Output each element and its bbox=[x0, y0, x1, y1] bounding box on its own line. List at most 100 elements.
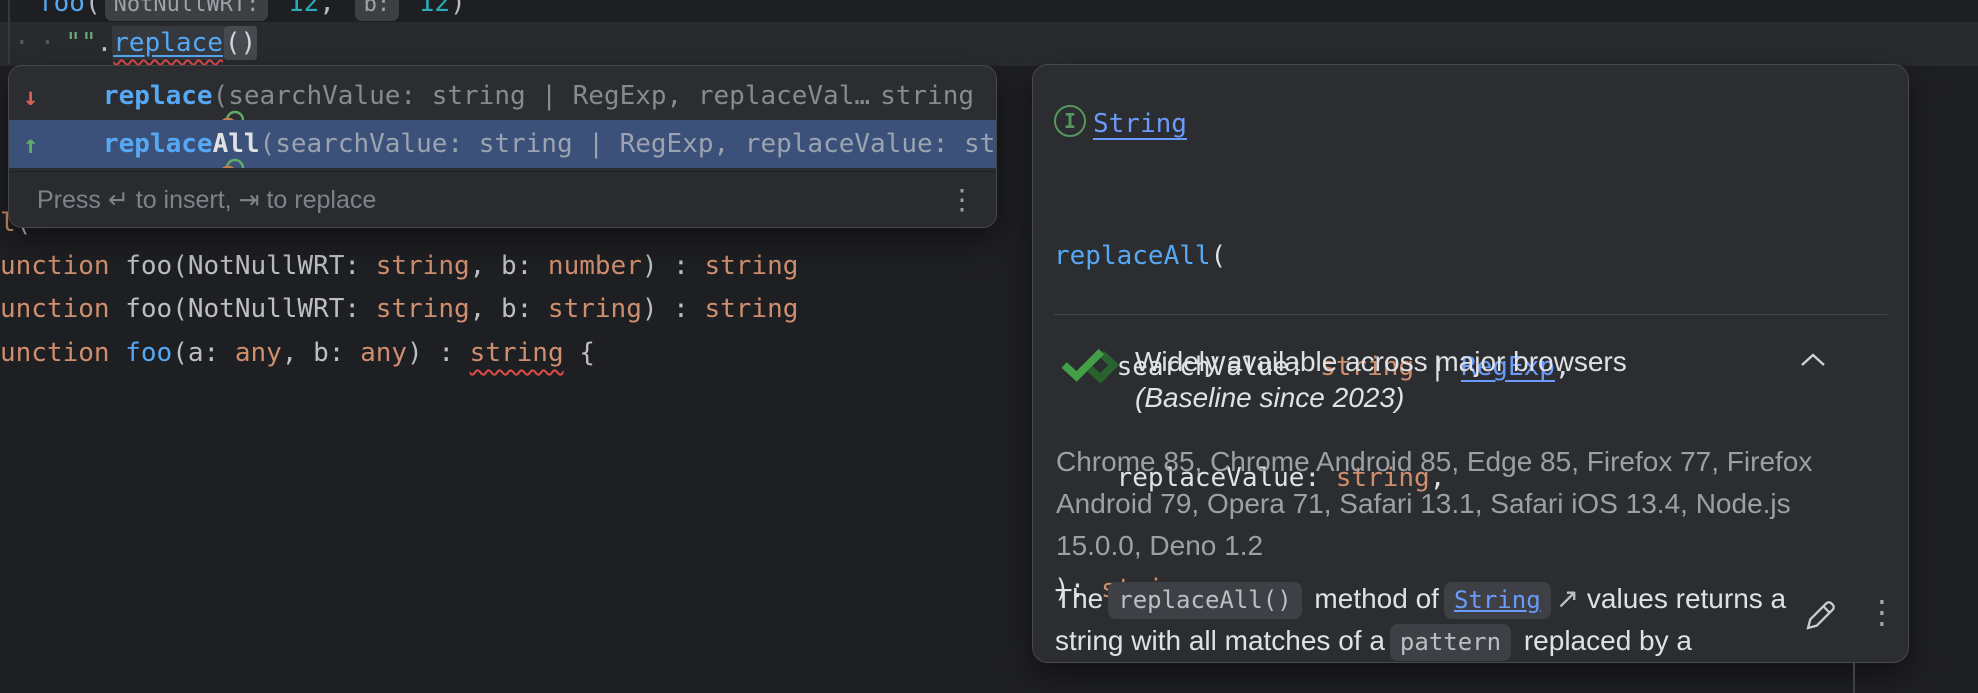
code-token: foo bbox=[125, 338, 172, 368]
code-token: a bbox=[188, 338, 204, 368]
code-token: foo bbox=[38, 0, 85, 18]
code-token bbox=[272, 0, 288, 18]
description-text: method of bbox=[1307, 583, 1439, 614]
description-text: values returns a ne bbox=[1579, 583, 1795, 614]
code-token: ) bbox=[450, 0, 466, 18]
code-token: b bbox=[501, 251, 517, 281]
code-token: : bbox=[329, 338, 360, 368]
code-token: number bbox=[548, 251, 642, 281]
code-token: : bbox=[204, 338, 235, 368]
inline-code-chip: pattern bbox=[1390, 624, 1511, 661]
code-token: unction bbox=[0, 338, 125, 368]
code-line-overload-2: unction foo(NotNullWRT: string, b: strin… bbox=[0, 294, 798, 325]
code-token: ) : bbox=[642, 251, 705, 281]
code-token: All bbox=[213, 129, 260, 159]
code-token: b bbox=[501, 294, 517, 324]
code-token: ( bbox=[85, 0, 101, 18]
code-token: NotNullWRT: bbox=[105, 0, 269, 21]
chevron-up-icon[interactable] bbox=[1799, 352, 1827, 373]
code-token: string bbox=[548, 294, 642, 324]
code-token: replace bbox=[103, 81, 213, 111]
error-squiggle: string bbox=[470, 338, 564, 368]
signature-line: replaceAll( bbox=[1054, 238, 1571, 275]
current-line-highlight bbox=[0, 22, 1978, 66]
baseline-widely-available-icon bbox=[1057, 343, 1119, 390]
code-token: 12 bbox=[419, 0, 450, 18]
completion-item-replaceall-selected[interactable]: ↑ replaceAll(searchValue: string | RegEx… bbox=[9, 120, 996, 168]
arrow-down-icon: ↓ bbox=[23, 81, 53, 112]
type-link-string[interactable]: String bbox=[1093, 109, 1187, 140]
code-token: NotNullWRT bbox=[188, 294, 345, 324]
completion-item-name: replace bbox=[103, 81, 213, 112]
completion-item-name: replaceAll bbox=[103, 129, 260, 160]
code-token: string bbox=[470, 338, 564, 368]
code-token: { bbox=[564, 338, 595, 368]
completion-hint-text: Press ↵ to insert, ⇥ to replace bbox=[37, 185, 376, 215]
code-line-replace-call[interactable]: ··"".replace() bbox=[14, 28, 257, 59]
error-squiggle: replace bbox=[112, 26, 224, 60]
code-token: , bbox=[282, 338, 313, 368]
code-token: : bbox=[344, 294, 375, 324]
ide-editor-screen: foo(NotNullWRT: 12, b: 12) ··"".replace(… bbox=[0, 0, 1978, 693]
arrow-up-icon: ↑ bbox=[23, 129, 53, 160]
doc-more-options-icon[interactable]: ⋮ bbox=[1866, 593, 1898, 631]
method-icon bbox=[53, 78, 89, 114]
baseline-title: Widely available across major browsers bbox=[1135, 346, 1627, 378]
code-token: any bbox=[360, 338, 407, 368]
code-line-overload-1: unction foo(NotNullWRT: string, b: numbe… bbox=[0, 251, 798, 282]
code-token: 12 bbox=[288, 0, 319, 18]
code-token: foo bbox=[125, 294, 172, 324]
code-token: , bbox=[470, 251, 501, 281]
description-line: ThereplaceAll() method ofString↗ values … bbox=[1055, 578, 1795, 620]
code-token: "" bbox=[65, 28, 96, 58]
indent-guide-line bbox=[8, 0, 10, 64]
interface-icon: I bbox=[1054, 105, 1086, 137]
code-token: string bbox=[376, 251, 470, 281]
code-token: : bbox=[517, 251, 548, 281]
completion-item-replace[interactable]: ↓ replace(searchValue: string | RegExp, … bbox=[9, 72, 996, 120]
completion-list: ↓ replace(searchValue: string | RegExp, … bbox=[9, 66, 996, 168]
code-token: ( bbox=[1211, 241, 1227, 271]
code-token: replace bbox=[112, 26, 224, 60]
code-token: unction bbox=[0, 251, 125, 281]
completion-popup: ↓ replace(searchValue: string | RegExp, … bbox=[8, 65, 997, 228]
browser-support-line: Chrome 85, Chrome Android 85, Edge 85, F… bbox=[1056, 446, 1812, 478]
code-token: () bbox=[224, 26, 257, 60]
divider bbox=[1054, 314, 1887, 315]
completion-footer: Press ↵ to insert, ⇥ to replace ⋮ bbox=[9, 171, 996, 227]
completion-item-return-type: string bbox=[880, 81, 974, 112]
code-token: ( bbox=[172, 294, 188, 324]
code-token: . bbox=[97, 28, 113, 58]
string-mdn-link[interactable]: String bbox=[1444, 582, 1551, 619]
code-token: string bbox=[376, 294, 470, 324]
inline-code-chip: replaceAll() bbox=[1108, 582, 1301, 619]
code-token: b: bbox=[355, 0, 400, 21]
code-token: NotNullWRT bbox=[188, 251, 345, 281]
code-token: b bbox=[313, 338, 329, 368]
description-text: ↗ bbox=[1556, 583, 1579, 614]
code-token: foo bbox=[125, 251, 172, 281]
completion-more-options-icon[interactable]: ⋮ bbox=[948, 186, 976, 214]
code-token: unction bbox=[0, 294, 125, 324]
code-line-foo-call: foo(NotNullWRT: 12, b: 12) bbox=[38, 0, 466, 20]
code-token: : bbox=[344, 251, 375, 281]
code-line-implementation: unction foo(a: any, b: any) : string { bbox=[0, 338, 595, 369]
code-token: ) : bbox=[642, 294, 705, 324]
code-token bbox=[403, 0, 419, 18]
code-token: string bbox=[704, 251, 798, 281]
code-token: replace bbox=[103, 129, 213, 159]
completion-item-signature: (searchValue: string | RegExp, replaceVa… bbox=[213, 81, 870, 112]
code-token: ·· bbox=[14, 28, 65, 58]
code-token: string bbox=[704, 294, 798, 324]
code-token: ) : bbox=[407, 338, 470, 368]
code-token: any bbox=[235, 338, 282, 368]
edit-pencil-icon[interactable] bbox=[1801, 595, 1841, 640]
panel-divider-line bbox=[1853, 663, 1855, 693]
code-token: : bbox=[517, 294, 548, 324]
code-token: replaceAll bbox=[1054, 241, 1211, 271]
code-token: , bbox=[470, 294, 501, 324]
method-icon bbox=[53, 126, 89, 162]
browser-support-line: 15.0.0, Deno 1.2 bbox=[1056, 530, 1263, 562]
completion-item-signature: (searchValue: string | RegExp, replaceVa… bbox=[260, 129, 996, 160]
code-token: , bbox=[319, 0, 350, 18]
